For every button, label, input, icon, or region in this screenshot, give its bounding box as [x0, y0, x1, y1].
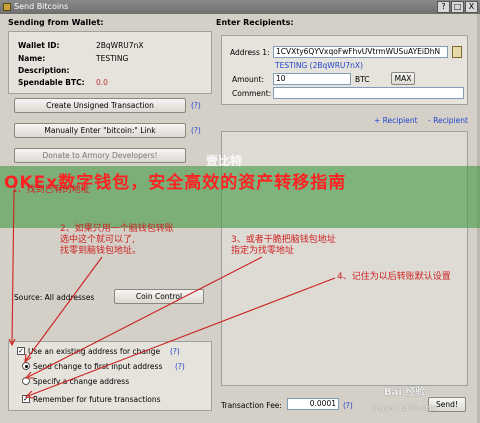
baidu-jingyan-url: jingyan.baidu.com — [372, 404, 437, 412]
arrow-1 — [11, 189, 15, 345]
baidu-jingyan-logo: Bai 经验 — [384, 387, 426, 398]
arrow-3 — [27, 256, 263, 378]
annotation-arrows — [8, 189, 336, 399]
